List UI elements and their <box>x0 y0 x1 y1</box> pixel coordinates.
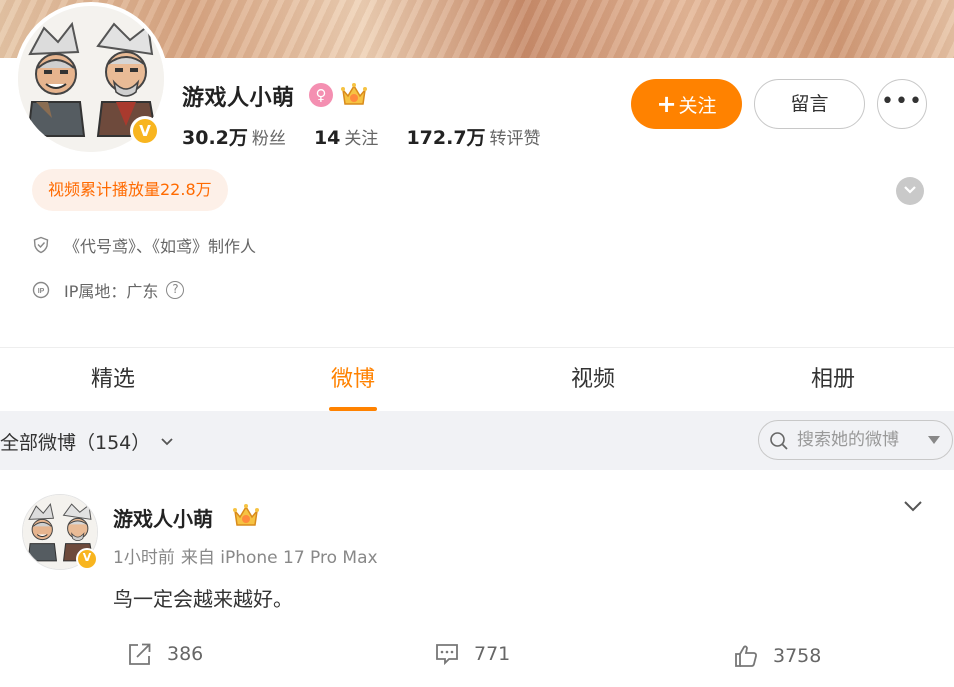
tab-videos[interactable]: 视频 <box>543 348 643 411</box>
comment-count: 771 <box>474 643 511 665</box>
chevron-down-icon <box>161 438 173 446</box>
ip-location-text: IP属地：广东 <box>64 282 159 301</box>
svg-text:IP: IP <box>38 288 45 295</box>
plus-icon: + <box>656 90 677 118</box>
profile-name: 游戏人小萌 <box>182 86 295 111</box>
caret-down-icon[interactable] <box>928 436 940 444</box>
expand-profile-button[interactable] <box>896 177 924 205</box>
bio-text: 《代号鸢》、《如鸢》制作人 <box>64 237 257 256</box>
repost-button[interactable]: 386 <box>127 641 203 667</box>
chevron-down-icon <box>904 186 916 194</box>
post-search-box[interactable] <box>758 420 953 460</box>
profile-stats: 30.2万 粉丝 14 关注 172.7万 转评赞 <box>182 123 563 150</box>
female-icon: ♀ <box>309 83 333 107</box>
crown-badge-icon[interactable] <box>340 82 368 108</box>
post-text: 鸟一定会越来越好。 <box>113 587 293 611</box>
tab-albums[interactable]: 相册 <box>783 348 883 411</box>
feed-filter-bar: 全部微博（154） <box>0 411 954 470</box>
post-meta: 1小时前 来自 iPhone 17 Pro Max <box>113 543 378 568</box>
verified-badge-icon: V <box>76 548 98 570</box>
comment-icon <box>436 644 458 666</box>
post-author-avatar[interactable]: V <box>22 494 98 570</box>
tab-weibo[interactable]: 微博 <box>303 348 403 411</box>
tab-featured[interactable]: 精选 <box>63 348 163 411</box>
repost-count: 386 <box>167 643 204 665</box>
help-icon[interactable]: ? <box>166 281 185 299</box>
chevron-down-icon[interactable] <box>900 496 926 516</box>
repost-icon <box>129 643 151 665</box>
video-plays-badge: 视频累计播放量22.8万 <box>32 169 228 211</box>
profile-avatar[interactable]: V <box>14 2 168 156</box>
post-time[interactable]: 1小时前 <box>113 548 175 568</box>
thumbs-up-icon <box>735 645 757 667</box>
like-button[interactable]: 3758 <box>733 643 821 669</box>
profile-tabs: 精选 微博 视频 相册 <box>0 348 954 411</box>
interactions-stat: 172.7万 转评赞 <box>406 127 541 149</box>
ip-row: IP IP属地：广东 ? <box>32 278 185 302</box>
bio-row: 《代号鸢》、《如鸢》制作人 <box>32 233 256 257</box>
post-search-input[interactable] <box>797 427 922 453</box>
post-source: 来自 iPhone 17 Pro Max <box>180 548 378 568</box>
crown-badge-icon[interactable] <box>232 503 260 529</box>
comment-button[interactable]: 771 <box>434 641 510 667</box>
fans-stat[interactable]: 30.2万 粉丝 <box>182 123 286 150</box>
shield-icon <box>33 236 49 254</box>
verified-badge-icon: V <box>130 116 160 146</box>
search-icon <box>770 432 788 450</box>
following-stat[interactable]: 14 关注 <box>314 124 378 149</box>
all-posts-filter[interactable]: 全部微博（154） <box>0 428 174 455</box>
more-options-button[interactable]: ••• <box>877 79 927 129</box>
follow-button[interactable]: + 关注 <box>631 79 742 129</box>
like-count: 3758 <box>773 645 822 667</box>
message-button[interactable]: 留言 <box>754 79 865 129</box>
ip-icon: IP <box>32 281 50 299</box>
post-author-name[interactable]: 游戏人小萌 <box>113 503 213 532</box>
